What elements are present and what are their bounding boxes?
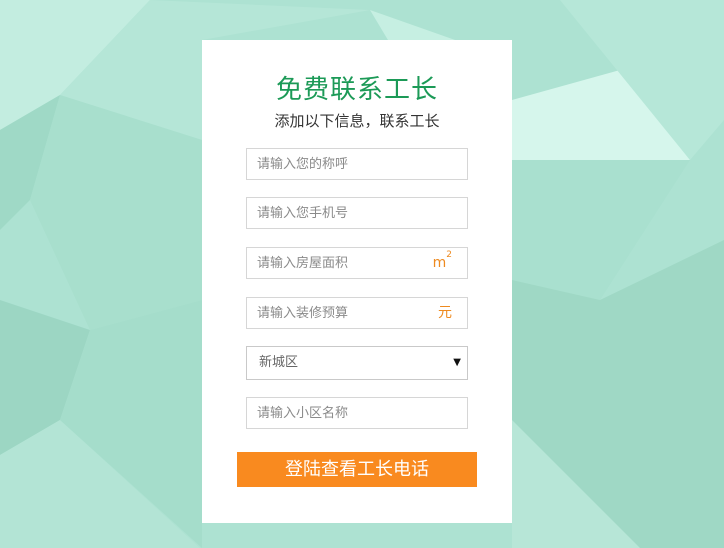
area-field[interactable]: m2 [246,247,468,279]
form-subtitle: 添加以下信息，联系工长 [274,112,440,130]
phone-field[interactable] [246,197,468,229]
name-field[interactable] [246,148,468,180]
area-unit-text: m [432,255,447,271]
budget-unit-label: 元 [438,305,452,321]
submit-button[interactable]: 登陆查看工长电话 [237,452,477,487]
area-input[interactable] [247,248,437,278]
area-unit-superscript: 2 [446,250,452,261]
area-unit-label: m2 [433,248,452,278]
name-input[interactable] [247,149,437,179]
district-select-value: 新城区 [259,355,299,370]
form-title: 免费联系工长 [275,75,438,105]
district-select[interactable]: 新城区 ▼ [246,346,468,380]
budget-input[interactable] [247,298,437,328]
contact-form-card: 免费联系工长 添加以下信息，联系工长 m2 元 新城区 ▼ 登陆查看工长电话 [202,40,512,523]
triangle-down-icon: ▼ [453,357,461,368]
phone-input[interactable] [247,198,437,228]
community-field[interactable] [246,397,468,429]
budget-field[interactable]: 元 [246,297,468,329]
community-input[interactable] [247,398,437,428]
